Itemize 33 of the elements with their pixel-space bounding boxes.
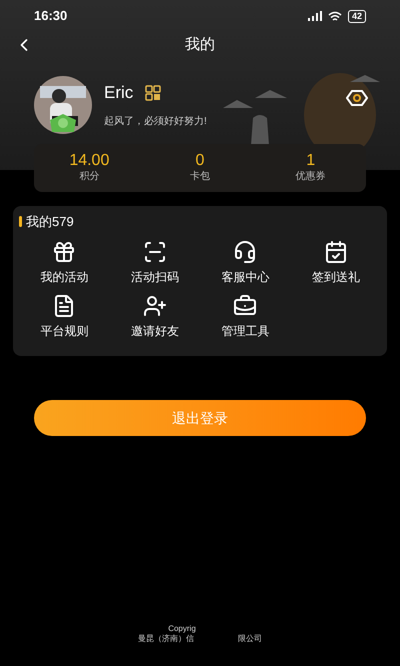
copyright-text: Copyrig <box>168 624 196 634</box>
menu-item[interactable]: 管理工具 <box>200 294 290 340</box>
add-user-icon <box>142 294 167 318</box>
title-accent-bar <box>19 216 22 228</box>
gift-icon <box>52 240 76 264</box>
stat-value: 0 <box>196 152 204 170</box>
stat-label: 优惠券 <box>296 170 326 184</box>
qr-code-icon[interactable] <box>145 84 162 101</box>
stat-value: 14.00 <box>69 152 110 170</box>
wifi-icon <box>328 10 342 22</box>
briefcase-icon <box>233 294 258 318</box>
battery-indicator: 42 <box>348 10 366 22</box>
menu-item[interactable]: 邀请好友 <box>110 294 200 340</box>
company-name-text: 曼昆（济南）信 <box>138 634 194 644</box>
menu-item[interactable]: 活动扫码 <box>110 240 200 286</box>
stat-value: 1 <box>306 152 316 170</box>
section-title: 我的579 <box>26 213 74 231</box>
stat-label: 卡包 <box>190 170 210 184</box>
menu-item[interactable]: 我的活动 <box>19 240 110 286</box>
scan-icon <box>142 240 167 264</box>
signal-icon <box>308 11 322 21</box>
calendar-check-icon <box>324 240 348 264</box>
page-title: 我的 <box>184 34 216 55</box>
menu-item[interactable]: 客服中心 <box>200 240 290 286</box>
stat-label: 积分 <box>79 170 100 184</box>
user-name: Eric <box>104 82 134 104</box>
menu-item[interactable]: 签到送礼 <box>290 240 381 286</box>
company-name-text: 限公司 <box>238 634 262 644</box>
status-time: 16:30 <box>34 7 68 26</box>
menu-item[interactable]: 平台规则 <box>19 294 110 340</box>
user-motto: 起风了，必须好好努力! <box>104 114 207 128</box>
headset-icon <box>233 240 258 264</box>
hexagon-eye-icon[interactable] <box>346 90 368 106</box>
